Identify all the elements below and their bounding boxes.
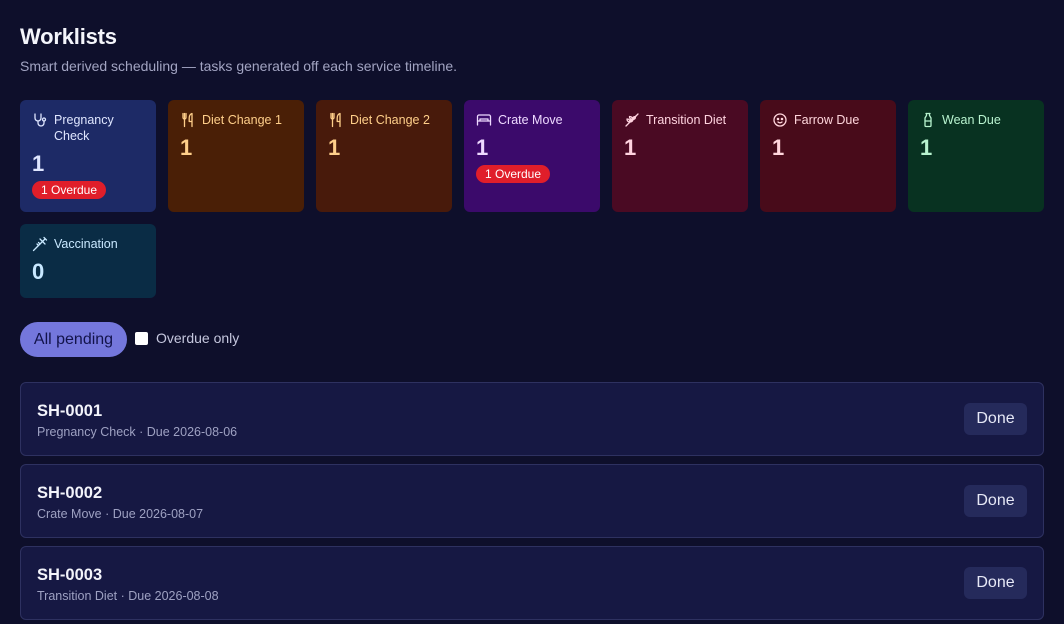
task-meta: Pregnancy Check · Due 2026-08-06 <box>37 425 238 439</box>
baby-icon <box>772 112 788 128</box>
card-count: 1 <box>476 135 489 160</box>
worklist-card-pregnancy-check[interactable]: Pregnancy Check 1 1 Overdue <box>20 100 156 212</box>
overdue-only-checkbox[interactable] <box>135 331 148 345</box>
card-label: Crate Move <box>498 113 563 127</box>
worklist-card-vaccination[interactable]: Vaccination 0 <box>20 224 156 298</box>
syringe-icon <box>32 236 48 252</box>
overdue-only-toggle[interactable]: Overdue only <box>135 330 239 346</box>
card-label: Diet Change 2 <box>350 113 430 127</box>
task-row: SH-0002 Crate Move · Due 2026-08-07 Done <box>20 464 1044 538</box>
card-count: 1 <box>32 151 45 176</box>
card-count: 1 <box>772 135 785 160</box>
wheat-icon <box>624 112 640 128</box>
card-count: 1 <box>328 135 341 160</box>
page-title: Worklists <box>20 24 117 49</box>
card-label: Vaccination <box>54 237 118 251</box>
done-button[interactable]: Done <box>964 403 1027 435</box>
utensils-icon <box>180 112 196 128</box>
overdue-badge: 1 Overdue <box>32 181 107 199</box>
task-row: SH-0003 Transition Diet · Due 2026-08-08… <box>20 546 1044 620</box>
done-button[interactable]: Done <box>964 485 1027 517</box>
task-id: SH-0003 <box>37 566 103 584</box>
task-meta: Transition Diet · Due 2026-08-08 <box>37 589 219 603</box>
worklist-card-diet-change-2[interactable]: Diet Change 2 1 <box>316 100 452 212</box>
card-label: Wean Due <box>942 113 1001 127</box>
card-label: Farrow Due <box>794 113 860 127</box>
all-pending-filter-button[interactable]: All pending <box>20 322 127 357</box>
worklist-card-farrow-due[interactable]: Farrow Due 1 <box>760 100 896 212</box>
bed-icon <box>476 112 492 128</box>
card-count: 1 <box>624 135 637 160</box>
worklist-card-wean-due[interactable]: Wean Due 1 <box>908 100 1044 212</box>
worklist-card-diet-change-1[interactable]: Diet Change 1 1 <box>168 100 304 212</box>
card-label: Transition Diet <box>646 113 727 127</box>
card-count: 0 <box>32 259 45 284</box>
page-subtitle: Smart derived scheduling — tasks generat… <box>20 58 458 74</box>
utensils-icon <box>328 112 344 128</box>
done-button[interactable]: Done <box>964 567 1027 599</box>
worklist-card-crate-move[interactable]: Crate Move 1 1 Overdue <box>464 100 600 212</box>
card-count: 1 <box>180 135 193 160</box>
milk-bottle-icon <box>920 112 936 128</box>
task-id: SH-0002 <box>37 484 103 502</box>
stethoscope-icon <box>32 112 48 128</box>
task-row: SH-0001 Pregnancy Check · Due 2026-08-06… <box>20 382 1044 456</box>
task-id: SH-0001 <box>37 402 103 420</box>
card-count: 1 <box>920 135 933 160</box>
task-meta: Crate Move · Due 2026-08-07 <box>37 507 204 521</box>
overdue-badge: 1 Overdue <box>476 165 551 183</box>
card-label: Pregnancy Check <box>54 113 114 143</box>
overdue-only-label: Overdue only <box>156 330 240 346</box>
worklist-card-transition-diet[interactable]: Transition Diet 1 <box>612 100 748 212</box>
card-label: Diet Change 1 <box>202 113 282 127</box>
